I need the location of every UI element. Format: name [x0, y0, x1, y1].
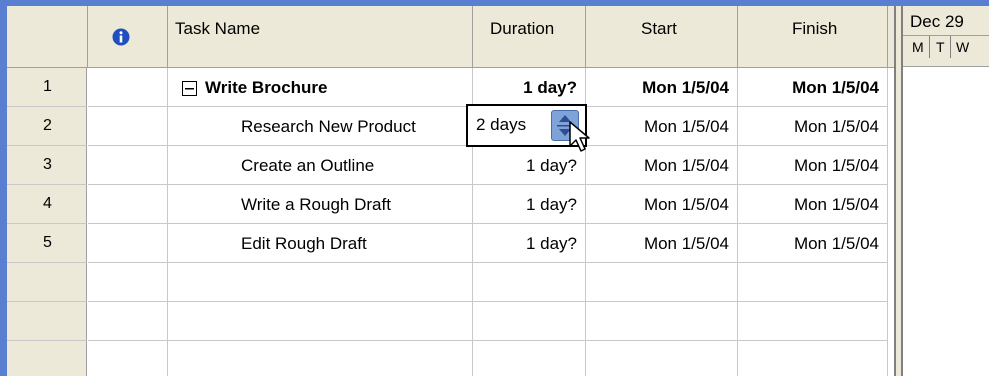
timescale-day: M	[907, 36, 930, 58]
finish-header[interactable]: Finish	[738, 6, 888, 68]
row-header[interactable]: 5	[7, 224, 87, 263]
timescale-major: Dec 29	[903, 6, 989, 36]
row-header-empty[interactable]	[7, 302, 87, 341]
row-id: 4	[43, 195, 52, 212]
task-name: Write Brochure	[205, 78, 328, 97]
row-header[interactable]: 3	[7, 146, 87, 185]
duration-value: 1 day?	[525, 156, 577, 175]
empty-cell[interactable]	[738, 302, 888, 341]
duration-cell[interactable]: 1 day?	[473, 68, 586, 107]
duration-value: 1 day?	[525, 195, 577, 214]
empty-cell[interactable]	[168, 263, 473, 302]
start-cell[interactable]: Mon 1/5/04	[586, 146, 738, 185]
timescale-minor: M T W	[903, 36, 989, 67]
duration-cell[interactable]: 1 day?	[473, 185, 586, 224]
empty-cell[interactable]	[586, 263, 738, 302]
project-gantt-view: Task Name Duration Start Finish 1 Write …	[0, 0, 989, 376]
select-all-header[interactable]	[7, 6, 88, 68]
finish-cell[interactable]: Mon 1/5/04	[738, 185, 888, 224]
task-name-cell[interactable]: Edit Rough Draft	[168, 224, 473, 263]
row-header[interactable]: 1	[7, 68, 87, 107]
start-cell[interactable]: Mon 1/5/04	[586, 224, 738, 263]
task-name: Create an Outline	[241, 156, 375, 175]
finish-value: Mon 1/5/04	[792, 78, 879, 97]
timescale-day: W	[956, 39, 970, 55]
task-name: Research New Product	[241, 117, 416, 136]
empty-cell[interactable]	[88, 263, 168, 302]
empty-cell[interactable]	[738, 263, 888, 302]
finish-cell[interactable]: Mon 1/5/04	[738, 107, 888, 146]
finish-header-label: Finish	[792, 19, 838, 38]
gantt-chart-area[interactable]: Dec 29 M T W	[903, 6, 989, 376]
row-header[interactable]: 2	[7, 107, 87, 146]
finish-cell[interactable]: Mon 1/5/04	[738, 146, 888, 185]
row-id: 5	[43, 234, 52, 251]
duration-header[interactable]: Duration	[473, 6, 586, 68]
indicator-cell[interactable]	[88, 224, 168, 263]
row-header-empty[interactable]	[7, 341, 87, 376]
duration-input-value[interactable]: 2 days	[476, 115, 526, 135]
duration-cell[interactable]: 1 day?	[473, 224, 586, 263]
duration-header-label: Duration	[490, 19, 555, 38]
finish-value: Mon 1/5/04	[793, 195, 879, 214]
finish-value: Mon 1/5/04	[793, 117, 879, 136]
task-name-cell[interactable]: Research New Product	[168, 107, 473, 146]
collapse-minus-icon[interactable]	[182, 81, 197, 96]
empty-cell[interactable]	[586, 341, 738, 376]
finish-value: Mon 1/5/04	[793, 234, 879, 253]
task-name: Write a Rough Draft	[241, 195, 391, 214]
start-value: Mon 1/5/04	[643, 234, 729, 253]
empty-cell[interactable]	[168, 341, 473, 376]
mouse-pointer-icon	[569, 121, 590, 152]
start-cell[interactable]: Mon 1/5/04	[586, 107, 738, 146]
empty-cell[interactable]	[473, 302, 586, 341]
indicator-cell[interactable]	[88, 185, 168, 224]
task-name-header-label: Task Name	[175, 19, 261, 38]
timescale-day: T	[930, 36, 951, 58]
start-value: Mon 1/5/04	[642, 78, 729, 97]
row-header-empty[interactable]	[7, 263, 87, 302]
empty-cell[interactable]	[168, 302, 473, 341]
start-value: Mon 1/5/04	[643, 195, 729, 214]
empty-cell[interactable]	[88, 341, 168, 376]
empty-cell[interactable]	[88, 302, 168, 341]
task-sheet: Task Name Duration Start Finish 1 Write …	[7, 6, 894, 376]
start-value: Mon 1/5/04	[643, 156, 729, 175]
start-cell[interactable]: Mon 1/5/04	[586, 68, 738, 107]
row-id: 2	[43, 117, 52, 134]
indicator-cell[interactable]	[88, 146, 168, 185]
task-name-cell[interactable]: Create an Outline	[168, 146, 473, 185]
indicator-cell[interactable]	[88, 68, 168, 107]
empty-cell[interactable]	[473, 263, 586, 302]
finish-cell[interactable]: Mon 1/5/04	[738, 224, 888, 263]
info-icon	[112, 28, 130, 46]
indicator-cell[interactable]	[88, 107, 168, 146]
start-header[interactable]: Start	[586, 6, 738, 68]
row-id: 1	[43, 78, 52, 95]
empty-cell[interactable]	[586, 302, 738, 341]
empty-cell[interactable]	[473, 341, 586, 376]
task-name: Edit Rough Draft	[241, 234, 367, 253]
start-header-label: Start	[641, 19, 677, 38]
indicators-header[interactable]	[88, 6, 168, 68]
duration-value: 1 day?	[523, 78, 577, 97]
empty-cell[interactable]	[738, 341, 888, 376]
start-cell[interactable]: Mon 1/5/04	[586, 185, 738, 224]
row-id: 3	[43, 156, 52, 173]
start-value: Mon 1/5/04	[643, 117, 729, 136]
window-frame-left	[0, 0, 7, 376]
duration-value: 1 day?	[525, 234, 577, 253]
task-name-cell[interactable]: Write Brochure	[168, 68, 473, 107]
task-name-header[interactable]: Task Name	[168, 6, 473, 68]
timescale-week-label: Dec 29	[910, 12, 964, 31]
row-header[interactable]: 4	[7, 185, 87, 224]
task-name-cell[interactable]: Write a Rough Draft	[168, 185, 473, 224]
finish-value: Mon 1/5/04	[793, 156, 879, 175]
finish-cell[interactable]: Mon 1/5/04	[738, 68, 888, 107]
